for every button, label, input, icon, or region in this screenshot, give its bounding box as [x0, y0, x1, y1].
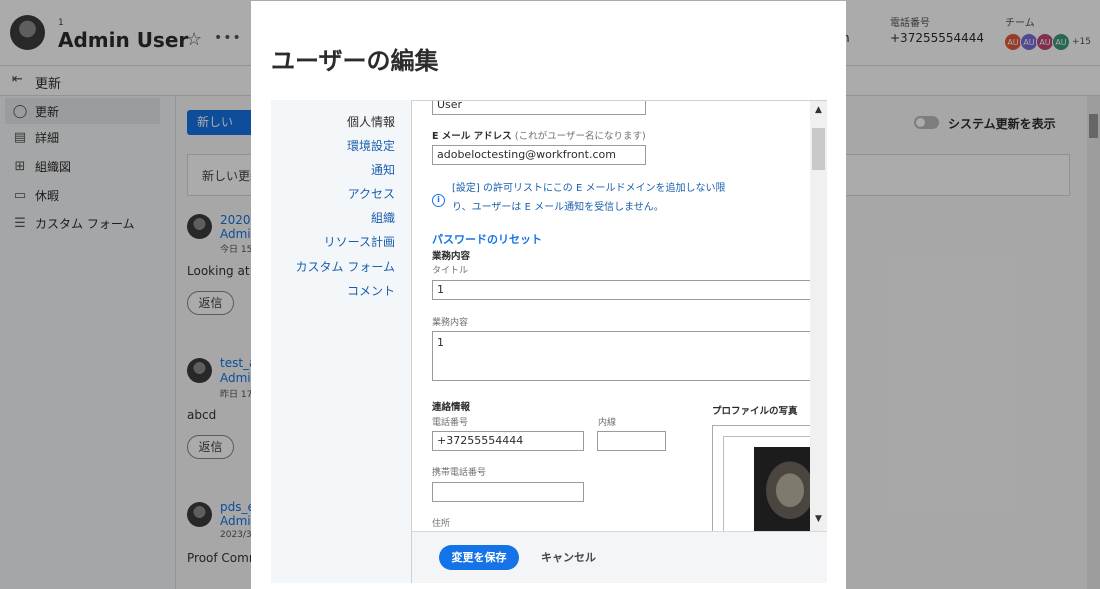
- mobile-field[interactable]: [432, 482, 584, 502]
- modal-nav-custom-forms[interactable]: カスタム フォーム: [296, 258, 395, 275]
- phone-label: 電話番号: [432, 418, 469, 428]
- edit-user-modal: ユーザーの編集 個人情報 環境設定 通知 アクセス 組織 リソース計画 カスタム…: [251, 1, 846, 589]
- modal-nav-comments[interactable]: コメント: [347, 282, 395, 299]
- email-field[interactable]: adobeloctesting@workfront.com: [432, 145, 646, 165]
- password-reset-link[interactable]: パスワードのリセット: [432, 231, 542, 247]
- email-label: E メール アドレス (これがユーザー名になります): [432, 128, 646, 142]
- job-description-field[interactable]: 1: [432, 331, 812, 381]
- email-hint: (これがユーザー名になります): [514, 131, 646, 142]
- save-changes-button[interactable]: 変更を保存: [439, 545, 519, 570]
- mobile-label: 携帯電話番号: [432, 468, 487, 478]
- title-label: タイトル: [432, 266, 469, 276]
- modal-nav-resource-planning[interactable]: リソース計画: [324, 233, 395, 250]
- extension-field[interactable]: [597, 431, 666, 451]
- modal-section-nav: 個人情報 環境設定 通知 アクセス 組織 リソース計画 カスタム フォーム コメ…: [271, 100, 411, 583]
- job-description-label: 業務内容: [432, 318, 469, 328]
- job-section-heading: 業務内容: [432, 251, 471, 262]
- modal-nav-notifications[interactable]: 通知: [371, 161, 395, 178]
- form-scrollbar-thumb[interactable]: [812, 128, 825, 170]
- cancel-button[interactable]: キャンセル: [541, 549, 596, 565]
- phone-field[interactable]: +37255554444: [432, 431, 584, 451]
- modal-title: ユーザーの編集: [271, 47, 439, 75]
- modal-form-scroll-area[interactable]: User E メール アドレス (これがユーザー名になります) adobeloc…: [411, 100, 827, 531]
- form-scrollbar[interactable]: ▲ ▼: [810, 101, 827, 531]
- modal-footer: 変更を保存 キャンセル: [411, 531, 827, 583]
- info-icon: i: [432, 194, 445, 207]
- scroll-up-arrow-icon[interactable]: ▲: [815, 105, 822, 115]
- modal-nav-personal-info[interactable]: 個人情報: [347, 113, 395, 130]
- extension-label: 内線: [598, 418, 617, 428]
- scroll-down-arrow-icon[interactable]: ▼: [815, 514, 822, 524]
- profile-photo-label: プロファイルの写真: [712, 406, 798, 417]
- email-info-line-1: [設定] の許可リストにこの E メールドメインを追加しない限: [452, 183, 726, 194]
- username-field[interactable]: User: [432, 101, 646, 115]
- modal-nav-access[interactable]: アクセス: [348, 185, 395, 202]
- address-label: 住所: [432, 519, 451, 529]
- modal-nav-preferences[interactable]: 環境設定: [347, 137, 395, 154]
- contact-section-heading: 連絡情報: [432, 402, 471, 413]
- profile-photo-inner: [723, 436, 827, 531]
- email-label-text: E メール アドレス: [432, 131, 512, 142]
- email-info-line-2: り、ユーザーは E メール通知を受信しません。: [452, 202, 664, 213]
- modal-nav-organization[interactable]: 組織: [371, 209, 395, 226]
- title-field[interactable]: 1: [432, 280, 812, 300]
- profile-photo-frame[interactable]: [712, 425, 827, 531]
